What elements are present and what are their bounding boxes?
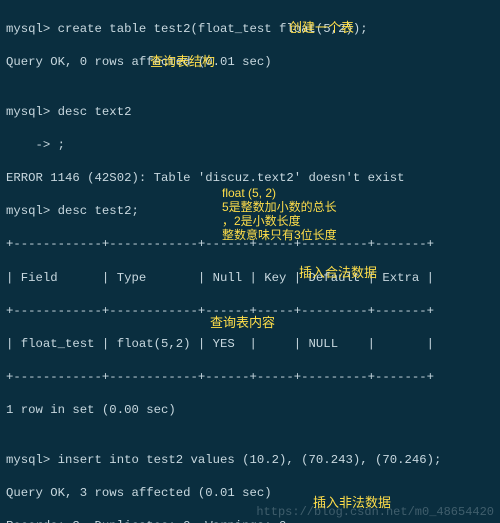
mysql-terminal[interactable]: mysql> create table test2(float_test flo… bbox=[0, 0, 500, 523]
term-line: mysql> insert into test2 values (10.2), … bbox=[6, 452, 494, 469]
term-line: Query OK, 3 rows affected (0.01 sec) bbox=[6, 485, 494, 502]
term-line: | float_test | float(5,2) | YES | | NULL… bbox=[6, 336, 494, 353]
term-line: ERROR 1146 (42S02): Table 'discuz.text2'… bbox=[6, 170, 494, 187]
term-line: Query OK, 0 rows affected (0.01 sec) bbox=[6, 54, 494, 71]
term-line: -> ; bbox=[6, 137, 494, 154]
term-line: | Field | Type | Null | Key | Default | … bbox=[6, 270, 494, 287]
term-line: +------------+------------+------+-----+… bbox=[6, 236, 494, 253]
term-line: mysql> desc test2; bbox=[6, 203, 494, 220]
term-line: +------------+------------+------+-----+… bbox=[6, 303, 494, 320]
term-line: Records: 3 Duplicates: 0 Warnings: 0 bbox=[6, 518, 494, 523]
term-line: +------------+------------+------+-----+… bbox=[6, 369, 494, 386]
term-line: mysql> desc text2 bbox=[6, 104, 494, 121]
term-line: mysql> create table test2(float_test flo… bbox=[6, 21, 494, 38]
term-line: 1 row in set (0.00 sec) bbox=[6, 402, 494, 419]
